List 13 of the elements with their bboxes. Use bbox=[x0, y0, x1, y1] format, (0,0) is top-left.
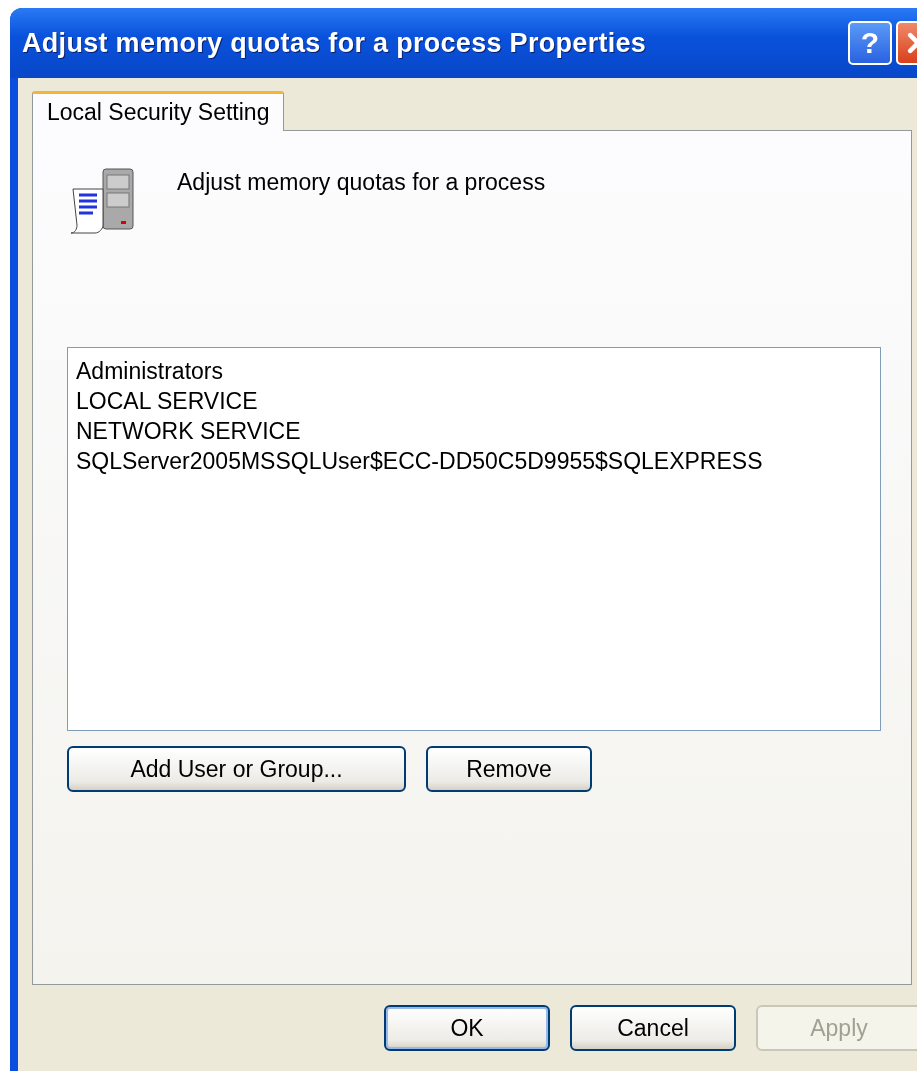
list-item[interactable]: LOCAL SERVICE bbox=[76, 386, 872, 416]
list-item[interactable]: SQLServer2005MSSQLUser$ECC-DD50C5D9955$SQLEXPRESS bbox=[76, 446, 872, 476]
remove-button[interactable]: Remove bbox=[426, 746, 592, 792]
list-item[interactable]: Administrators bbox=[76, 356, 872, 386]
members-list[interactable]: Administrators LOCAL SERVICE NETWORK SERVICE SQLServer2005MSSQLUser$ECC-DD50C5D9955$SQLEXPRESS bbox=[67, 347, 881, 731]
policy-name: Adjust memory quotas for a process bbox=[177, 169, 546, 196]
add-button[interactable]: Add User or Group... bbox=[67, 746, 406, 792]
help-button[interactable]: ? bbox=[848, 21, 892, 65]
list-item[interactable]: NETWORK SERVICE bbox=[76, 416, 872, 446]
window-title: Adjust memory quotas for a process Properties bbox=[22, 27, 648, 59]
tab[interactable]: Local Security Setting bbox=[32, 91, 285, 131]
ok-button[interactable]: OK bbox=[384, 1005, 550, 1051]
cancel-button[interactable]: Cancel bbox=[570, 1005, 736, 1051]
